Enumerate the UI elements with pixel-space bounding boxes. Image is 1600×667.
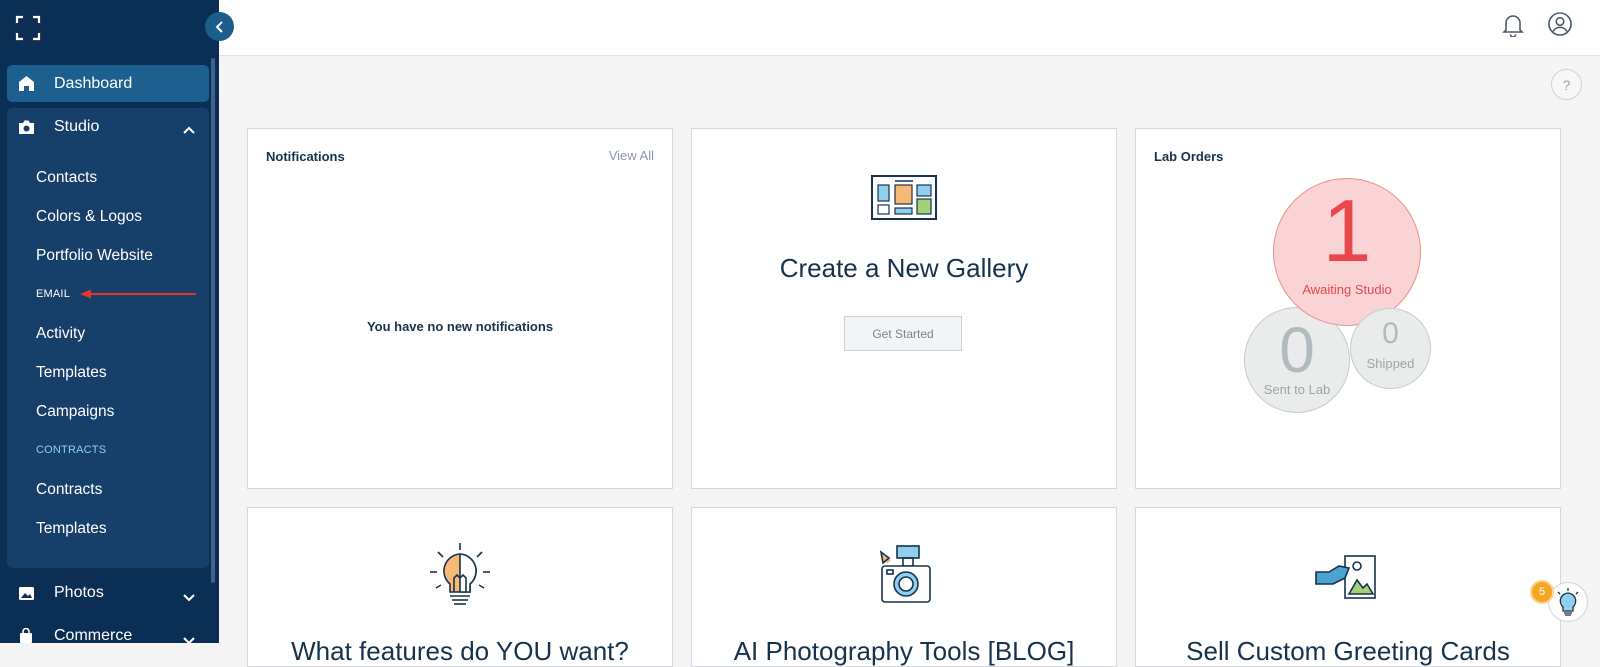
studio-submenu: Studio Contacts Colors & Logos Portfolio… bbox=[7, 108, 209, 568]
feature-request-card[interactable]: What features do YOU want? bbox=[247, 507, 673, 667]
section-label-email: EMAIL bbox=[36, 288, 71, 300]
sidebar-item-email-templates[interactable]: Templates bbox=[36, 364, 107, 382]
awaiting-studio-circle[interactable]: 1 Awaiting Studio bbox=[1273, 178, 1421, 326]
card-title: Notifications bbox=[266, 149, 345, 164]
card-icon bbox=[1315, 554, 1379, 607]
awaiting-count: 1 bbox=[1322, 181, 1372, 280]
card-title: Lab Orders bbox=[1154, 149, 1224, 164]
gallery-icon bbox=[871, 175, 937, 225]
tips-badge: 5 bbox=[1530, 580, 1554, 604]
notifications-card: Notifications View All You have no new n… bbox=[247, 128, 673, 489]
sidebar-item-commerce[interactable]: Commerce bbox=[7, 618, 209, 643]
section-label-contracts: CONTRACTS bbox=[36, 444, 107, 456]
expand-icon[interactable] bbox=[14, 14, 42, 42]
sent-count: 0 bbox=[1279, 314, 1315, 386]
sidebar-item-contacts[interactable]: Contacts bbox=[36, 169, 97, 187]
card-title: Create a New Gallery bbox=[779, 253, 1029, 283]
bell-icon[interactable] bbox=[1502, 13, 1524, 42]
help-button[interactable]: ? bbox=[1551, 69, 1582, 100]
sidebar: Dashboard Studio Contacts Colors & Logos… bbox=[0, 0, 219, 643]
chevron-left-icon bbox=[215, 20, 225, 33]
card-title: AI Photography Tools [BLOG] bbox=[733, 636, 1075, 666]
sidebar-item-studio[interactable]: Studio bbox=[7, 108, 209, 146]
sidebar-item-portfolio-website[interactable]: Portfolio Website bbox=[36, 247, 153, 265]
sidebar-item-label: Studio bbox=[54, 118, 100, 135]
user-circle-icon[interactable] bbox=[1547, 11, 1573, 42]
shipped-count: 0 bbox=[1382, 317, 1399, 350]
lightbulb-icon bbox=[1555, 587, 1581, 617]
sidebar-item-contract-templates[interactable]: Templates bbox=[36, 520, 107, 538]
ai-tools-card[interactable]: AI Photography Tools [BLOG] bbox=[691, 507, 1117, 667]
sidebar-item-contracts[interactable]: Contracts bbox=[36, 481, 102, 499]
help-icon: ? bbox=[1562, 76, 1571, 93]
lightbulb-icon bbox=[428, 542, 492, 617]
chevron-up-icon[interactable] bbox=[183, 121, 195, 139]
camera-flash-icon bbox=[879, 544, 931, 611]
image-icon bbox=[17, 584, 35, 602]
empty-notifications-message: You have no new notifications bbox=[366, 319, 554, 334]
chevron-down-icon[interactable] bbox=[183, 589, 195, 607]
sidebar-item-photos[interactable]: Photos bbox=[7, 575, 209, 611]
sent-label: Sent to Lab bbox=[1263, 382, 1331, 397]
create-gallery-card[interactable]: Create a New Gallery Get Started bbox=[691, 128, 1117, 489]
view-all-link[interactable]: View All bbox=[609, 148, 654, 163]
sidebar-item-label: Dashboard bbox=[54, 74, 133, 92]
sidebar-scrollbar[interactable] bbox=[211, 58, 215, 583]
card-title: What features do YOU want? bbox=[291, 636, 629, 666]
bag-icon bbox=[17, 627, 35, 643]
get-started-button[interactable]: Get Started bbox=[844, 316, 962, 351]
camera-icon bbox=[17, 118, 35, 136]
sidebar-item-campaigns[interactable]: Campaigns bbox=[36, 403, 114, 421]
chevron-down-icon[interactable] bbox=[183, 632, 195, 643]
shipped-label: Shipped bbox=[1366, 356, 1415, 371]
home-icon bbox=[17, 75, 35, 93]
top-bar bbox=[219, 0, 1600, 56]
card-title: Sell Custom Greeting Cards bbox=[1186, 636, 1510, 666]
lab-orders-card: Lab Orders 1 Awaiting Studio 0 Sent to L… bbox=[1135, 128, 1561, 489]
awaiting-label: Awaiting Studio bbox=[1302, 282, 1392, 297]
arrow-annotation bbox=[80, 289, 196, 299]
greeting-cards-card[interactable]: Sell Custom Greeting Cards bbox=[1135, 507, 1561, 667]
shipped-circle[interactable]: 0 Shipped bbox=[1350, 308, 1431, 389]
sidebar-item-activity[interactable]: Activity bbox=[36, 325, 85, 343]
sidebar-item-dashboard[interactable]: Dashboard bbox=[7, 65, 209, 102]
sidebar-item-label: Photos bbox=[54, 584, 104, 601]
sidebar-item-colors-logos[interactable]: Colors & Logos bbox=[36, 208, 142, 226]
collapse-sidebar-button[interactable] bbox=[205, 12, 234, 41]
sidebar-item-label: Commerce bbox=[54, 627, 133, 643]
tips-widget[interactable] bbox=[1548, 582, 1588, 622]
